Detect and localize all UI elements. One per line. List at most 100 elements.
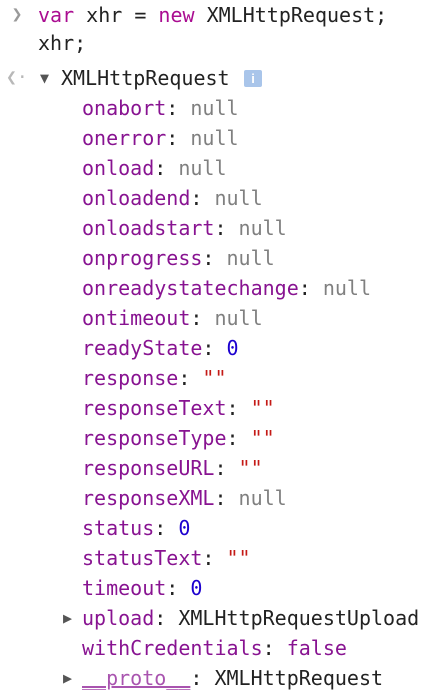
- property-colon: :: [214, 456, 239, 480]
- property-value: null: [226, 246, 275, 270]
- object-property-row: ontimeout: null: [0, 303, 440, 333]
- property-key: withCredentials: [82, 636, 263, 660]
- property-colon: :: [214, 486, 239, 510]
- property: responseText: "": [82, 393, 275, 423]
- property-colon: :: [190, 186, 215, 210]
- property-colon: :: [166, 96, 191, 120]
- property-value: "": [250, 396, 275, 420]
- property: __proto__: XMLHttpRequest: [82, 663, 383, 693]
- object-property-row: timeout: 0: [0, 573, 440, 603]
- property-key: __proto__: [82, 666, 191, 690]
- property-value: null: [322, 276, 372, 300]
- property-key: onloadstart: [82, 216, 215, 240]
- property-key: responseType: [82, 426, 227, 450]
- property-value: null: [238, 216, 287, 240]
- property-key: ontimeout: [82, 306, 191, 330]
- property-value: null: [238, 486, 287, 510]
- code-text: XMLHttpRequest;: [194, 3, 388, 27]
- chevron-right-icon: ❯: [11, 4, 23, 25]
- property-key: status: [82, 516, 155, 540]
- console-input-line: ❯ var xhr = new XMLHttpRequest;: [0, 0, 440, 30]
- property-value: 0: [178, 516, 191, 540]
- property: onerror: null: [82, 123, 239, 153]
- expand-triangle-icon[interactable]: ▶: [63, 603, 72, 633]
- object-property-row: status: 0: [0, 513, 440, 543]
- property-value: "": [202, 366, 227, 390]
- property: onloadstart: null: [82, 213, 287, 243]
- property-key: onloadend: [82, 186, 191, 210]
- property-value: XMLHttpRequest: [214, 666, 384, 690]
- object-property-row: onabort: null: [0, 93, 440, 123]
- property-key: onabort: [82, 96, 167, 120]
- object-property-row: withCredentials: false: [0, 633, 440, 663]
- property: timeout: 0: [82, 573, 202, 603]
- property: responseType: "": [82, 423, 275, 453]
- property-colon: :: [262, 636, 287, 660]
- property: statusText: "": [82, 543, 251, 573]
- console-result-header[interactable]: ❮· ▼ XMLHttpRequest i: [0, 63, 440, 93]
- property-value: 0: [190, 576, 203, 600]
- object-property-row[interactable]: ▶ upload: XMLHttpRequestUpload: [0, 603, 440, 633]
- property: onreadystatechange: null: [82, 273, 371, 303]
- property-value: null: [190, 96, 239, 120]
- object-property-row: responseText: "": [0, 393, 440, 423]
- property-value: 0: [226, 336, 239, 360]
- property-colon: :: [202, 336, 227, 360]
- object-property-row: onreadystatechange: null: [0, 273, 440, 303]
- expand-triangle-icon[interactable]: ▶: [63, 663, 72, 693]
- property-value: false: [286, 636, 347, 660]
- property: response: "": [82, 363, 227, 393]
- code-keyword: var: [38, 3, 75, 27]
- property: upload: XMLHttpRequestUpload: [82, 603, 419, 633]
- property-key: onprogress: [82, 246, 203, 270]
- property-colon: :: [202, 246, 227, 270]
- property-key: onreadystatechange: [82, 276, 299, 300]
- property-key: statusText: [82, 546, 203, 570]
- property: onabort: null: [82, 93, 239, 123]
- object-property-row: response: "": [0, 363, 440, 393]
- property-key: readyState: [82, 336, 203, 360]
- property-colon: :: [190, 306, 215, 330]
- return-arrow-icon: ❮·: [6, 67, 28, 88]
- property-value: "": [226, 546, 251, 570]
- property-colon: :: [202, 546, 227, 570]
- property-key: responseXML: [82, 486, 215, 510]
- property-colon: :: [226, 396, 251, 420]
- object-property-row: responseType: "": [0, 423, 440, 453]
- property: onloadend: null: [82, 183, 263, 213]
- property-key: upload: [82, 606, 155, 630]
- object-property-row: onloadend: null: [0, 183, 440, 213]
- property-key: responseURL: [82, 456, 215, 480]
- property-colon: :: [166, 576, 191, 600]
- object-name[interactable]: XMLHttpRequest: [61, 63, 230, 93]
- property-colon: :: [154, 606, 179, 630]
- property: onload: null: [82, 153, 227, 183]
- object-property-row: readyState: 0: [0, 333, 440, 363]
- property-value: "": [250, 426, 275, 450]
- property-key: response: [82, 366, 179, 390]
- property: status: 0: [82, 513, 190, 543]
- property: withCredentials: false: [82, 633, 347, 663]
- object-property-row: onload: null: [0, 153, 440, 183]
- property: responseXML: null: [82, 483, 287, 513]
- property-colon: :: [154, 516, 179, 540]
- code-text: xhr =: [74, 3, 159, 27]
- expand-triangle-icon[interactable]: ▼: [40, 63, 49, 93]
- property-colon: :: [214, 216, 239, 240]
- info-icon[interactable]: i: [244, 70, 262, 87]
- object-property-row[interactable]: ▶ __proto__: XMLHttpRequest: [0, 663, 440, 693]
- property-key: timeout: [82, 576, 167, 600]
- code-text: xhr;: [38, 31, 87, 55]
- object-property-row: onerror: null: [0, 123, 440, 153]
- property-key: onload: [82, 156, 155, 180]
- property-value: null: [214, 186, 263, 210]
- object-property-row: onloadstart: null: [0, 213, 440, 243]
- property: responseURL: "": [82, 453, 263, 483]
- console-input-line: xhr;: [0, 28, 440, 58]
- property-key: responseText: [82, 396, 227, 420]
- property: readyState: 0: [82, 333, 239, 363]
- property-value: null: [214, 306, 263, 330]
- property-key: onerror: [82, 126, 167, 150]
- property-colon: :: [166, 126, 191, 150]
- property-colon: :: [226, 426, 251, 450]
